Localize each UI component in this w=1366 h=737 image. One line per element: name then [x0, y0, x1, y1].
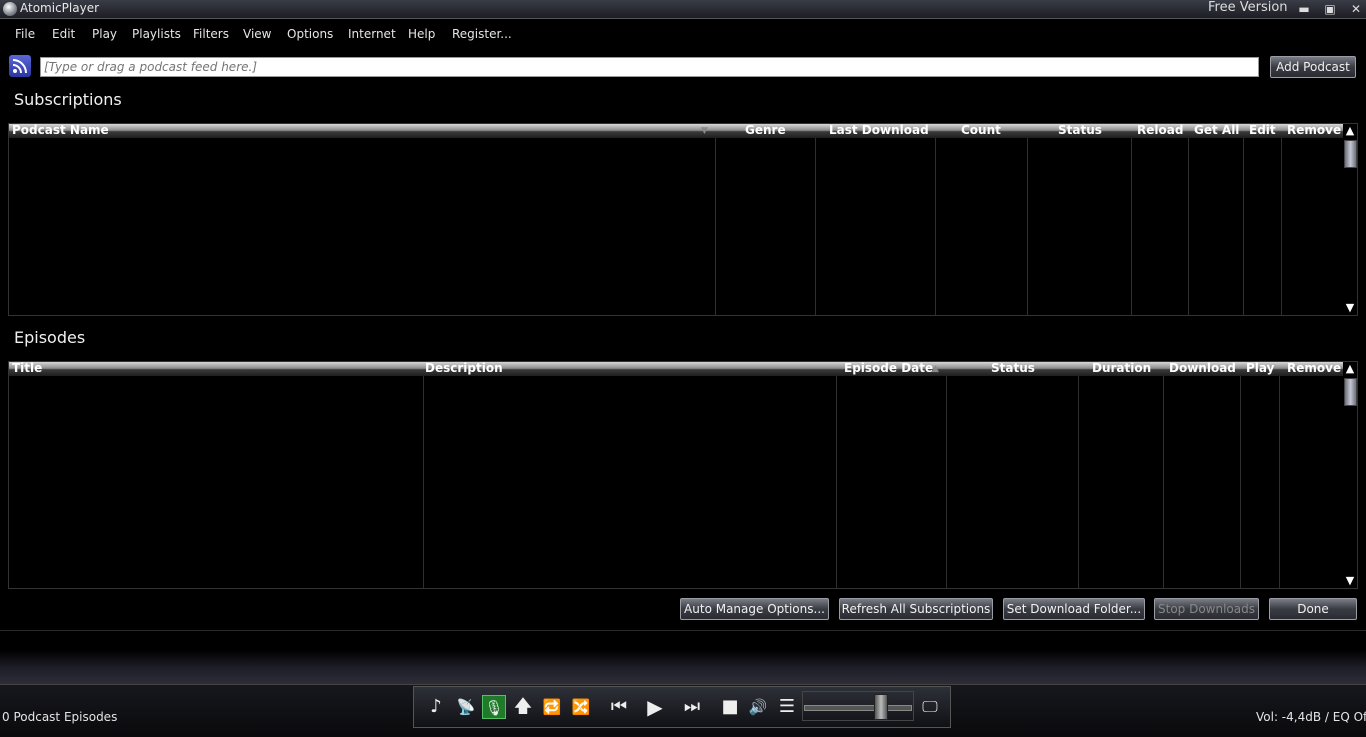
menu-help[interactable]: Help [408, 27, 435, 41]
volume-eq-status: Vol: -4,4dB / EQ Off [1256, 710, 1366, 724]
sort-up-icon: ▲ [932, 364, 939, 374]
scroll-up-icon[interactable]: ▲ [1343, 362, 1357, 376]
episodes-title: Episodes [14, 328, 86, 347]
subscriptions-title: Subscriptions [14, 90, 122, 109]
menu-bar: File Edit Play Playlists Filters View Op… [0, 24, 1366, 46]
subscriptions-header: Podcast Name ▼ Genre Last Download Count… [9, 123, 1343, 138]
col-count[interactable]: Count [961, 123, 1001, 137]
column-divider [715, 138, 716, 315]
scroll-down-icon[interactable]: ▼ [1343, 301, 1357, 315]
col-edit[interactable]: Edit [1249, 123, 1276, 137]
column-divider [935, 138, 936, 315]
scroll-thumb[interactable] [1344, 378, 1357, 406]
shuffle-icon[interactable]: 🔀 [569, 695, 593, 719]
add-podcast-button[interactable]: Add Podcast [1270, 56, 1356, 78]
transport-controls: ♪ 📡 🎙 🡅 🔁 🔀 ⏮ ▶ ⏭ ■ 🔊 ☰ 🖵 [413, 686, 951, 728]
maximize-button[interactable]: ▣ [1322, 1, 1338, 17]
col-status[interactable]: Status [1058, 123, 1102, 137]
column-divider [1243, 138, 1244, 315]
col-description[interactable]: Description [425, 361, 503, 375]
column-divider [946, 376, 947, 588]
menu-filters[interactable]: Filters [193, 27, 229, 41]
menu-edit[interactable]: Edit [52, 27, 75, 41]
subscriptions-table: Podcast Name ▼ Genre Last Download Count… [8, 123, 1358, 316]
menu-options[interactable]: Options [287, 27, 333, 41]
col-remove[interactable]: Remove [1287, 123, 1341, 137]
separator-band [0, 650, 1366, 684]
previous-track-icon[interactable]: ⏮ [607, 695, 631, 719]
col-episode-date[interactable]: Episode Date [844, 361, 933, 375]
column-divider [1078, 376, 1079, 588]
col-get-all[interactable]: Get All [1194, 123, 1239, 137]
col-download[interactable]: Download [1169, 361, 1236, 375]
episodes-scrollbar[interactable]: ▲ ▼ [1343, 362, 1357, 588]
window-title: AtomicPlayer [20, 1, 100, 15]
app-logo-icon [3, 2, 17, 16]
next-track-icon[interactable]: ⏭ [680, 695, 704, 719]
stop-downloads-button[interactable]: Stop Downloads [1154, 598, 1259, 620]
scroll-thumb[interactable] [1344, 140, 1357, 168]
minimize-button[interactable]: ▬ [1296, 1, 1312, 17]
col-genre[interactable]: Genre [745, 123, 786, 137]
podcast-feed-input[interactable] [40, 57, 1259, 77]
menu-play[interactable]: Play [92, 27, 117, 41]
col-play[interactable]: Play [1246, 361, 1274, 375]
column-divider [1188, 138, 1189, 315]
volume-slider-track[interactable] [804, 705, 912, 711]
column-divider [1240, 376, 1241, 588]
col-last-download[interactable]: Last Download [829, 123, 929, 137]
col-podcast-name[interactable]: Podcast Name [12, 123, 109, 137]
column-divider [1279, 376, 1280, 588]
col-duration[interactable]: Duration [1092, 361, 1151, 375]
upload-arrow-icon[interactable]: 🡅 [511, 695, 535, 719]
episodes-header: Title Description Episode Date ▲ Status … [9, 361, 1343, 376]
play-icon[interactable]: ▶ [643, 695, 667, 719]
menu-internet[interactable]: Internet [348, 27, 396, 41]
volume-slider-thumb[interactable] [874, 694, 888, 720]
menu-file[interactable]: File [15, 27, 35, 41]
column-divider [836, 376, 837, 588]
stop-icon[interactable]: ■ [718, 695, 742, 719]
episodes-table: Title Description Episode Date ▲ Status … [8, 361, 1358, 589]
volume-speaker-icon[interactable]: 🔊 [746, 695, 770, 719]
refresh-all-subscriptions-button[interactable]: Refresh All Subscriptions [839, 598, 993, 620]
column-divider [423, 376, 424, 588]
column-divider [1163, 376, 1164, 588]
sort-down-icon: ▼ [701, 126, 708, 136]
subscriptions-scrollbar[interactable]: ▲ ▼ [1343, 124, 1357, 315]
col-title[interactable]: Title [12, 361, 42, 375]
auto-manage-options-button[interactable]: Auto Manage Options... [680, 598, 829, 620]
column-divider [1281, 138, 1282, 315]
divider [0, 630, 1366, 631]
title-bar: AtomicPlayer Free Version ▬ ▣ ✕ [0, 0, 1366, 19]
episode-count-status: 0 Podcast Episodes [2, 710, 118, 724]
scroll-down-icon[interactable]: ▼ [1343, 574, 1357, 588]
equalizer-icon[interactable]: ☰ [775, 695, 799, 719]
edition-label: Free Version [1208, 0, 1288, 15]
set-download-folder-button[interactable]: Set Download Folder... [1003, 598, 1145, 620]
col-remove[interactable]: Remove [1287, 361, 1341, 375]
column-divider [1027, 138, 1028, 315]
col-status[interactable]: Status [991, 361, 1035, 375]
col-reload[interactable]: Reload [1137, 123, 1183, 137]
close-button[interactable]: ✕ [1348, 1, 1364, 17]
done-button[interactable]: Done [1269, 598, 1357, 620]
menu-register[interactable]: Register... [452, 27, 512, 41]
column-divider [1131, 138, 1132, 315]
repeat-icon[interactable]: 🔁 [540, 695, 564, 719]
scroll-up-icon[interactable]: ▲ [1343, 124, 1357, 138]
rss-icon [9, 55, 31, 77]
column-divider [815, 138, 816, 315]
podcast-microphone-icon[interactable]: 🎙 [482, 695, 506, 719]
menu-view[interactable]: View [243, 27, 271, 41]
music-note-icon[interactable]: ♪ [424, 695, 448, 719]
radio-antenna-icon[interactable]: 📡 [454, 695, 478, 719]
display-monitor-icon[interactable]: 🖵 [918, 695, 942, 719]
menu-playlists[interactable]: Playlists [132, 27, 181, 41]
